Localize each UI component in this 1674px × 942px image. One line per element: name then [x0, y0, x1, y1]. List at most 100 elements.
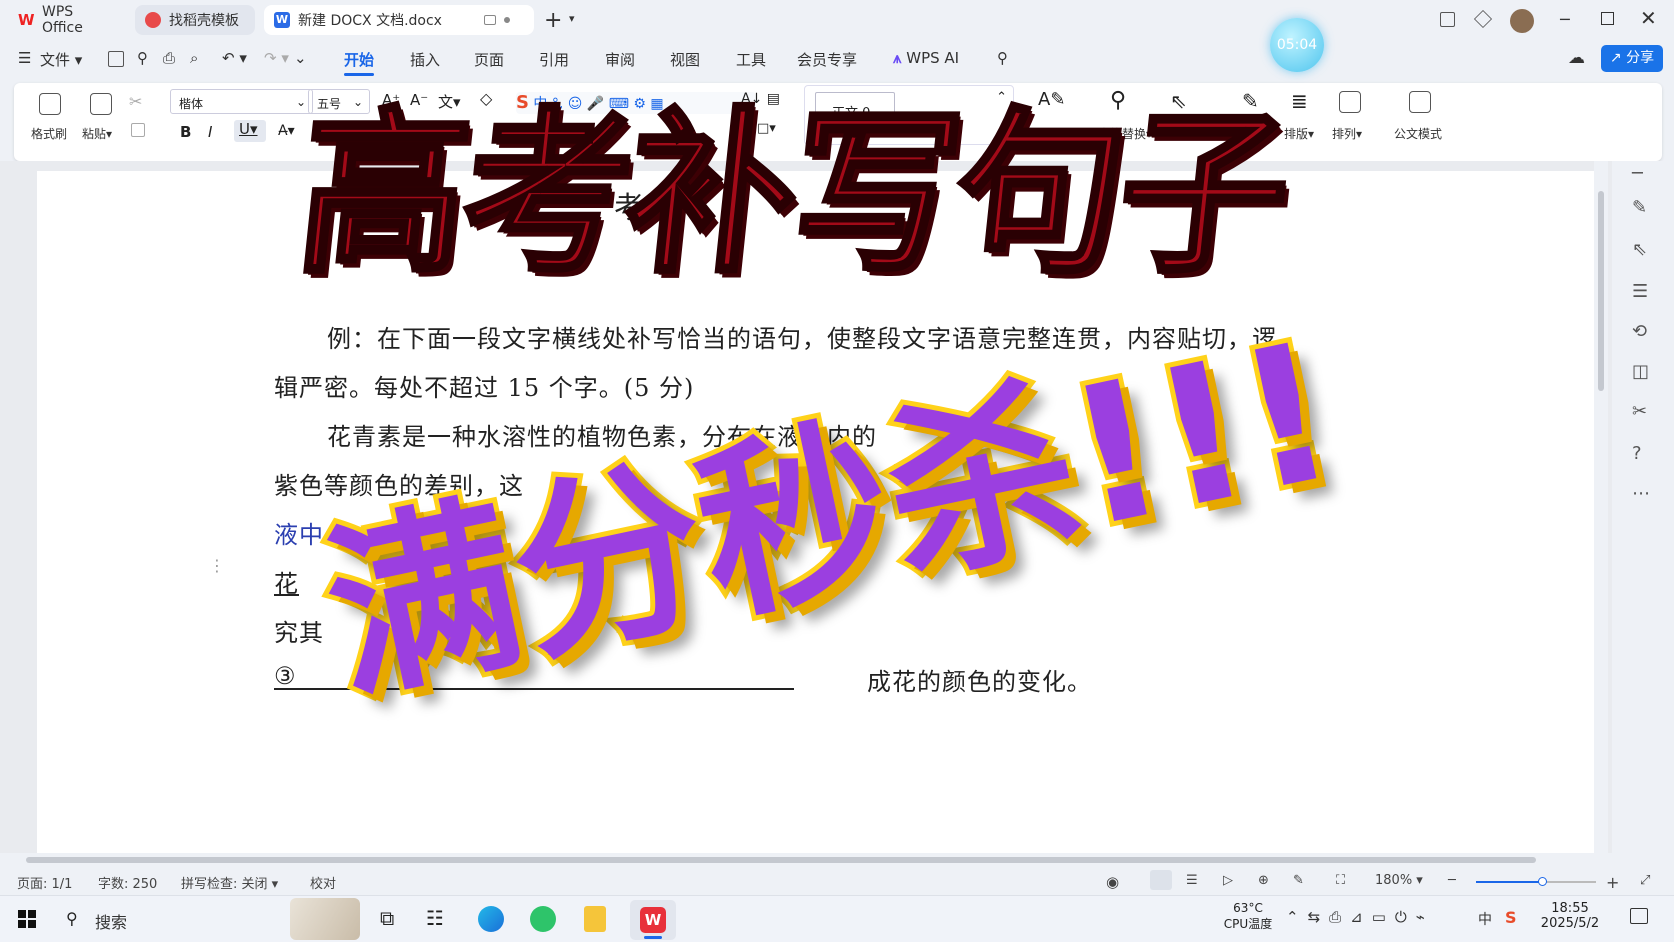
menu-member[interactable]: 会员专享: [797, 49, 857, 70]
share-button[interactable]: ↗ 分享: [1601, 45, 1663, 72]
more-chevron-icon[interactable]: ⌄: [294, 49, 307, 67]
minimize-icon[interactable]: ─: [1560, 10, 1570, 29]
edit-pen-icon[interactable]: ✎: [1632, 197, 1647, 218]
maximize-icon[interactable]: [1601, 12, 1614, 25]
undo-icon[interactable]: ↶ ▾: [222, 49, 247, 67]
pen-icon[interactable]: ✎: [1293, 873, 1304, 888]
fit-page-icon[interactable]: ⛶: [1336, 873, 1345, 888]
menu-page[interactable]: 页面: [474, 49, 504, 70]
menu-review[interactable]: 审阅: [605, 49, 635, 70]
window-icon[interactable]: [483, 15, 496, 25]
arrange-icon[interactable]: [1339, 91, 1361, 113]
menu-insert[interactable]: 插入: [410, 49, 440, 70]
proofread[interactable]: 校对: [310, 873, 336, 892]
cut-icon[interactable]: ✂: [129, 92, 142, 111]
search-icon[interactable]: ⚲: [997, 49, 1008, 67]
zoom-handle[interactable]: [1538, 877, 1547, 886]
bold-icon[interactable]: B: [180, 123, 191, 141]
italic-icon[interactable]: I: [208, 123, 212, 141]
cpu-temp[interactable]: 63°C CPU温度: [1218, 901, 1278, 932]
underline-icon[interactable]: U▾: [234, 120, 266, 142]
cube-icon[interactable]: [1473, 9, 1493, 29]
more-icon[interactable]: ⋯: [1632, 483, 1650, 504]
pointer-icon[interactable]: ⇖: [1632, 239, 1647, 260]
status-bar: 页面: 1/1 字数: 250 拼写检查: 关闭 ▾ 校对 ◉ ☰ ▷ ⊕ ✎ …: [0, 867, 1674, 895]
tools-icon[interactable]: ✂: [1632, 401, 1647, 422]
copy-icon[interactable]: [131, 123, 145, 137]
search-icon[interactable]: ⚲: [66, 909, 78, 928]
help-icon[interactable]: ?: [1632, 443, 1642, 464]
tab-template[interactable]: 找稻壳模板: [135, 5, 255, 35]
page-indicator[interactable]: 页面: 1/1: [17, 873, 72, 892]
drag-handle-icon[interactable]: ⋮: [209, 556, 225, 575]
doc-line-8: ③: [274, 662, 297, 690]
edge-icon[interactable]: [478, 906, 504, 932]
menu-start[interactable]: 开始: [344, 49, 374, 76]
zoom-select[interactable]: 180% ▾: [1375, 873, 1423, 888]
zoom-in-icon[interactable]: +: [1606, 873, 1619, 892]
sogou-tray-icon[interactable]: S: [1505, 908, 1517, 927]
tab-list-chevron-icon[interactable]: ▾: [569, 12, 575, 25]
spell-check[interactable]: 拼写检查: 关闭 ▾: [181, 873, 278, 892]
save-icon[interactable]: [108, 51, 124, 67]
cloud-upload-icon[interactable]: ☁: [1568, 48, 1585, 68]
official-mode-label[interactable]: 公文模式: [1394, 125, 1442, 142]
tab-wps-office[interactable]: W WPS Office: [8, 4, 126, 36]
menu-reference[interactable]: 引用: [539, 49, 569, 70]
clock-date: 2025/5/2: [1540, 916, 1600, 931]
paste-text: 粘贴: [82, 127, 107, 141]
avatar[interactable]: [1510, 9, 1534, 33]
menu-tools[interactable]: 工具: [736, 49, 766, 70]
tray-icons[interactable]: ⌃⇆⎙⊿▭⏻⌁: [1286, 908, 1434, 926]
link-icon[interactable]: ⚲: [137, 49, 148, 67]
play-icon[interactable]: ▷: [1223, 873, 1233, 888]
widgets-icon[interactable]: ☷: [426, 906, 452, 932]
web-view-icon[interactable]: ⊕: [1258, 873, 1269, 888]
hamburger-icon[interactable]: ☰: [18, 49, 31, 67]
taskbar-search[interactable]: 搜索: [95, 909, 127, 933]
wechat-icon[interactable]: [530, 906, 556, 932]
hscroll-thumb[interactable]: [26, 857, 1536, 863]
menu-file[interactable]: 文件 ▾: [40, 49, 82, 70]
windows-start-icon[interactable]: [18, 910, 36, 928]
horizontal-scrollbar[interactable]: [0, 853, 1674, 867]
fullscreen-icon[interactable]: ⤢: [1640, 873, 1650, 888]
page-view-icon[interactable]: [1150, 870, 1172, 890]
paste-icon[interactable]: [90, 93, 112, 115]
paste-label[interactable]: 粘贴▾: [82, 125, 112, 142]
new-tab-plus-icon[interactable]: +: [544, 8, 562, 33]
file-explorer-icon[interactable]: [584, 906, 606, 932]
close-icon[interactable]: ✕: [1640, 6, 1657, 30]
tray-ime-indicator[interactable]: 中: [1478, 909, 1492, 929]
format-painter-label[interactable]: 格式刷: [31, 125, 67, 142]
share-icon: ↗: [1609, 50, 1622, 66]
tab-document[interactable]: W 新建 DOCX 文档.docx: [264, 5, 534, 35]
zoom-out-icon[interactable]: ─: [1448, 873, 1456, 888]
wps-taskbar-button[interactable]: W: [630, 900, 676, 940]
clock-time: 18:55: [1551, 901, 1589, 916]
official-doc-icon[interactable]: [1409, 91, 1431, 113]
menu-view[interactable]: 视图: [670, 49, 700, 70]
outline-view-icon[interactable]: ☰: [1186, 873, 1198, 888]
format-painter-icon[interactable]: [39, 93, 61, 115]
redo-icon[interactable]: ↷ ▾: [264, 49, 289, 67]
eye-icon[interactable]: ◉: [1106, 873, 1119, 891]
print-icon[interactable]: ⎙: [163, 49, 175, 67]
scroll-thumb[interactable]: [1598, 191, 1604, 391]
sliders-icon[interactable]: ☰: [1632, 281, 1648, 302]
clock[interactable]: 18:55 2025/5/2: [1540, 901, 1600, 931]
vertical-scrollbar[interactable]: [1594, 161, 1608, 853]
collapse-icon[interactable]: ─: [1632, 163, 1643, 184]
translate-icon[interactable]: ◫: [1632, 361, 1649, 382]
menu-wps-ai[interactable]: ⩚ WPS AI: [893, 49, 959, 67]
arrange-label[interactable]: 排列▾: [1332, 125, 1362, 142]
notification-icon[interactable]: [1630, 908, 1648, 924]
font-name-select[interactable]: 楷体 ⌄: [170, 89, 313, 114]
shapes-icon[interactable]: ⟲: [1632, 321, 1647, 342]
strikethrough-icon[interactable]: A̶▾: [278, 123, 295, 139]
zoom-slider[interactable]: [1476, 877, 1596, 886]
print-preview-icon[interactable]: ⌕: [190, 49, 198, 67]
word-count[interactable]: 字数: 250: [98, 873, 157, 892]
restore-layout-icon[interactable]: [1440, 12, 1455, 27]
task-view-icon[interactable]: ⧉: [380, 906, 406, 932]
